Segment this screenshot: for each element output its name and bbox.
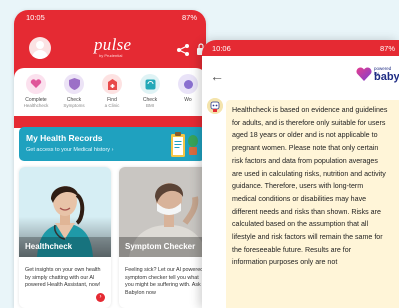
status-bar: 10:05 87%: [14, 10, 206, 24]
status-bar: 10:06 87%: [202, 40, 399, 56]
status-time: 10:06: [212, 44, 231, 53]
back-arrow-icon[interactable]: ←: [210, 68, 224, 84]
plant-icon: [188, 135, 198, 155]
tile-check-bmi[interactable]: Check BMI: [133, 74, 167, 109]
clinic-icon: [102, 74, 122, 94]
status-time: 10:05: [26, 13, 45, 22]
avatar-head-icon: [36, 41, 44, 49]
app-logo: pulse: [94, 35, 132, 54]
card-title: Healthcheck: [25, 242, 73, 251]
card-healthcheck[interactable]: Healthcheck Get insights on your own hea…: [19, 167, 111, 308]
scale-icon: [140, 74, 160, 94]
profile-avatar[interactable]: [29, 37, 51, 59]
tile-sublabel: BMI: [145, 103, 154, 108]
activity-icon: [178, 74, 198, 94]
heart-pulse-icon: [26, 74, 46, 94]
heart-icon: [356, 67, 372, 81]
healthcheck-chat-screen: 10:06 87% ← powered by babylon Healthche…: [202, 40, 399, 308]
card-description: Feeling sick? Let our AI powered symptom…: [125, 267, 204, 296]
clipboard-icon: [171, 132, 185, 157]
babylon-wordmark: babylon: [374, 71, 399, 83]
pulse-home-screen: 10:05 87% pulse by Prudential Complete He…: [14, 10, 206, 308]
share-icon[interactable]: [176, 43, 190, 57]
records-title: My Health Records: [26, 133, 103, 143]
shield-icon: [64, 74, 84, 94]
records-subtitle: Get access to your Medical history ›: [26, 147, 114, 153]
tile-complete-healthcheck[interactable]: Complete Healthcheck: [19, 74, 53, 109]
bot-avatar-icon: [207, 98, 223, 114]
card-title: Symptom Checker: [125, 242, 196, 251]
tile-label: Wo: [184, 97, 192, 103]
tile-sublabel: Healthcheck: [23, 103, 49, 108]
tile-sublabel: a Clinic: [104, 103, 120, 108]
tile-check-symptoms[interactable]: Check Symptoms: [57, 74, 91, 109]
chat-message-bubble: Healthcheck is based on evidence and gui…: [226, 100, 399, 308]
quick-actions: Complete Healthcheck Check Symptoms Find a …: [14, 68, 206, 116]
tile-sublabel: Symptoms: [63, 103, 85, 108]
tile-workout[interactable]: Wo: [171, 74, 205, 103]
chat-message-text: Healthcheck is based on evidence and gui…: [232, 106, 388, 267]
card-description: Get insights on your own health by simpl…: [25, 267, 101, 288]
battery-level: 87%: [181, 13, 197, 22]
battery-level: 87%: [379, 44, 395, 53]
card-symptom-checker[interactable]: Symptom Checker Feeling sick? Let our AI…: [119, 167, 206, 308]
avatar-body-icon: [32, 50, 48, 59]
health-records-banner[interactable]: My Health Records Get access to your Med…: [19, 127, 205, 161]
chevron-right-icon[interactable]: ›: [96, 293, 105, 302]
tile-find-clinic[interactable]: Find a Clinic: [95, 74, 129, 109]
app-logo-subtitle: by Prudential: [99, 53, 123, 58]
